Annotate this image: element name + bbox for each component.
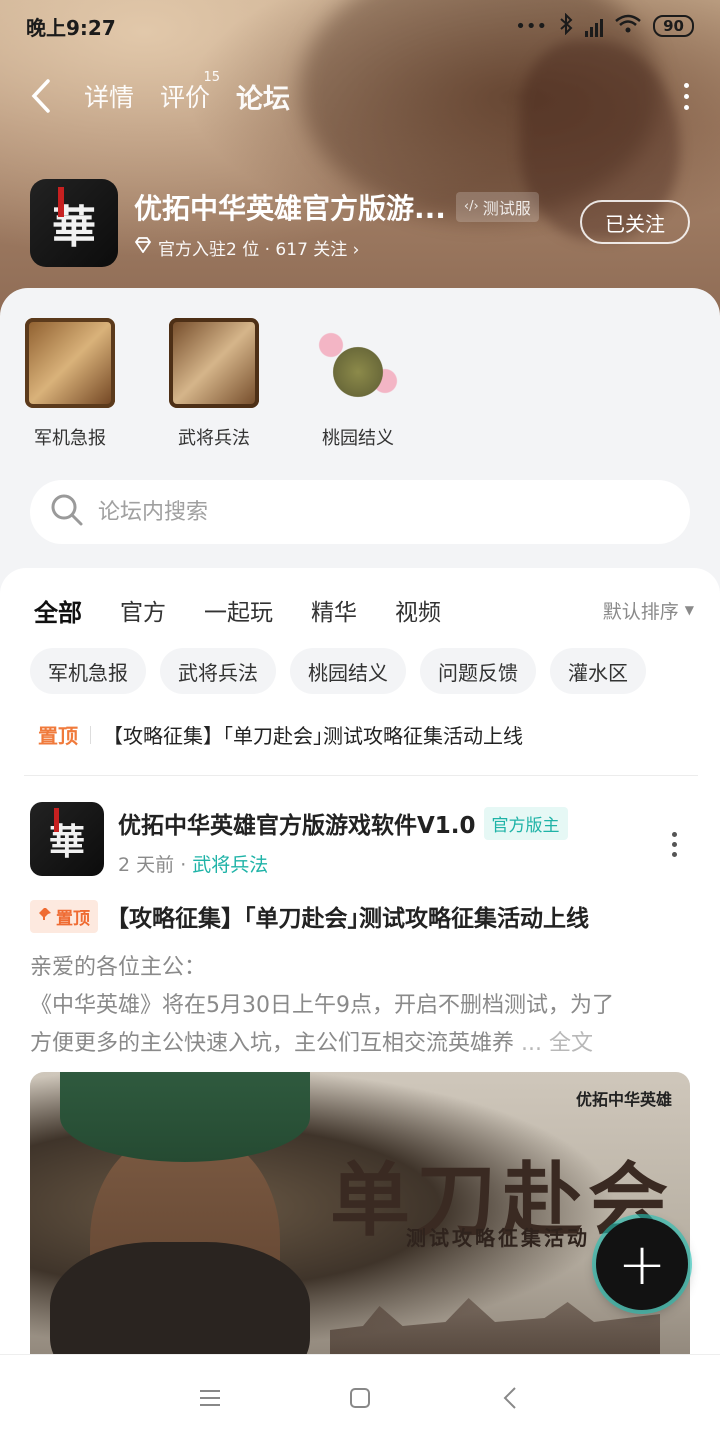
category-panel: 军机急报 武将兵法 桃园结义 bbox=[0, 288, 720, 588]
cups-icon bbox=[313, 318, 403, 408]
chip-chat[interactable]: 灌水区 bbox=[550, 648, 646, 694]
feed-tab-video[interactable]: 视频 bbox=[395, 593, 441, 627]
more-options-icon[interactable] bbox=[676, 82, 696, 110]
post-meta: 2 天前 · 武将兵法 bbox=[118, 854, 269, 876]
divider bbox=[90, 725, 91, 744]
plus-icon: + bbox=[617, 1230, 667, 1298]
system-navigation-bar bbox=[0, 1354, 720, 1440]
signal-icon bbox=[585, 15, 604, 37]
moderator-badge: 官方版主 bbox=[483, 806, 568, 840]
back-icon[interactable] bbox=[490, 1378, 530, 1418]
post-more-icon[interactable] bbox=[664, 832, 684, 857]
tab-details[interactable]: 详情 bbox=[84, 78, 134, 114]
feed-tab-all[interactable]: 全部 bbox=[34, 593, 82, 632]
feed-tabs: 全部 官方 一起玩 精华 视频 默认排序 ▼ bbox=[34, 588, 694, 632]
pinned-post-link[interactable]: 置顶 【攻略征集】｢单刀赴会｣测试攻略征集活动上线 bbox=[38, 720, 688, 749]
code-icon: ‹/› bbox=[463, 199, 479, 214]
search-input[interactable] bbox=[98, 499, 618, 525]
pinned-tag: 置顶 bbox=[38, 724, 78, 748]
chip-brotherhood[interactable]: 桃园结义 bbox=[290, 648, 406, 694]
divider bbox=[24, 775, 698, 776]
banner-logo: 优拓中华英雄 bbox=[575, 1090, 672, 1109]
status-icons: ••• 90 bbox=[515, 12, 694, 40]
category-item-brotherhood[interactable]: 桃园结义 bbox=[312, 318, 404, 450]
feed-tab-play-together[interactable]: 一起玩 bbox=[204, 593, 273, 627]
avatar[interactable]: 華 bbox=[30, 802, 104, 876]
post-excerpt: 亲爱的各位主公： 《中华英雄》将在5月30日上午9点，开启不删档测试，为了 方便… bbox=[30, 955, 614, 1056]
book-icon bbox=[169, 318, 259, 408]
category-item-military-news[interactable]: 军机急报 bbox=[24, 318, 116, 450]
review-count-badge: 15 bbox=[203, 70, 221, 85]
hero-beard bbox=[50, 1242, 310, 1358]
board-chips: 军机急报 武将兵法 桃园结义 问题反馈 灌水区 bbox=[30, 648, 646, 694]
tab-reviews[interactable]: 评价 15 bbox=[160, 70, 220, 114]
chip-military-news[interactable]: 军机急报 bbox=[30, 648, 146, 694]
author-name[interactable]: 优拓中华英雄官方版游戏软件V1.0 bbox=[118, 806, 476, 840]
wifi-icon bbox=[615, 14, 641, 39]
game-logo[interactable]: 華 bbox=[30, 179, 118, 267]
pin-icon bbox=[38, 906, 52, 926]
game-title[interactable]: 优拓中华英雄官方版游... bbox=[134, 187, 446, 227]
banner-subtitle: 测试攻略征集活动 bbox=[406, 1226, 590, 1250]
dots-icon: ••• bbox=[515, 15, 548, 37]
forum-search[interactable] bbox=[30, 480, 690, 544]
post-banner-image[interactable]: 单刀赴会 测试攻略征集活动 优拓中华英雄 bbox=[30, 1072, 690, 1358]
battery-indicator: 90 bbox=[653, 15, 694, 37]
post-card[interactable]: 華 优拓中华英雄官方版游戏软件V1.0 官方版主 2 天前 · 武将兵法 置顶 … bbox=[30, 802, 692, 1063]
feed-tab-official[interactable]: 官方 bbox=[120, 593, 166, 627]
top-navigation: 详情 评价 15 论坛 bbox=[0, 64, 720, 128]
bluetooth-icon bbox=[559, 12, 573, 40]
pinned-badge: 置顶 bbox=[30, 899, 98, 933]
search-icon bbox=[50, 493, 84, 531]
menu-icon[interactable] bbox=[190, 1378, 230, 1418]
back-arrow-icon[interactable] bbox=[24, 76, 58, 116]
game-header: 華 优拓中华英雄官方版游... ‹/› 测试服 官方入驻2 位 · 617 关注… bbox=[30, 178, 700, 268]
scroll-icon bbox=[25, 318, 115, 408]
create-post-button[interactable]: + bbox=[596, 1218, 688, 1310]
chip-feedback[interactable]: 问题反馈 bbox=[420, 648, 536, 694]
post-title-row: 置顶 【攻略征集】｢单刀赴会｣测试攻略征集活动上线 bbox=[30, 899, 692, 933]
status-time: 晚上9:27 bbox=[26, 15, 116, 40]
post-header: 華 优拓中华英雄官方版游戏软件V1.0 官方版主 2 天前 · 武将兵法 bbox=[30, 802, 692, 877]
test-server-badge: ‹/› 测试服 bbox=[455, 191, 539, 222]
caret-down-icon: ▼ bbox=[684, 603, 694, 617]
status-bar: 晚上9:27 ••• 90 bbox=[0, 0, 720, 52]
read-full-link[interactable]: 全文 bbox=[549, 1031, 593, 1056]
feed-tab-featured[interactable]: 精华 bbox=[311, 593, 357, 627]
post-time: 2 天前 bbox=[118, 854, 175, 876]
pinned-title: 【攻略征集】｢单刀赴会｣测试攻略征集活动上线 bbox=[103, 724, 523, 748]
category-list: 军机急报 武将兵法 桃园结义 bbox=[24, 318, 404, 450]
category-item-strategy[interactable]: 武将兵法 bbox=[168, 318, 260, 450]
follow-button[interactable]: 已关注 bbox=[580, 200, 690, 244]
sort-dropdown[interactable]: 默认排序 ▼ bbox=[603, 597, 694, 624]
chip-strategy[interactable]: 武将兵法 bbox=[160, 648, 276, 694]
home-icon[interactable] bbox=[340, 1378, 380, 1418]
tab-forum[interactable]: 论坛 bbox=[236, 77, 290, 120]
hero-hat bbox=[60, 1072, 310, 1162]
diamond-icon bbox=[134, 236, 152, 258]
post-board-link[interactable]: 武将兵法 bbox=[192, 854, 268, 876]
post-title: 【攻略征集】｢单刀赴会｣测试攻略征集活动上线 bbox=[106, 906, 589, 932]
